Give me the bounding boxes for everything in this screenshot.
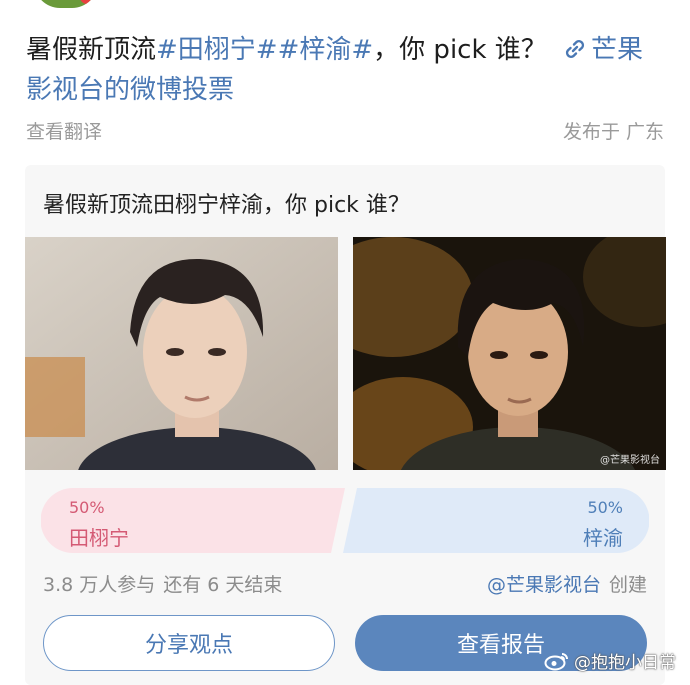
post-prefix: 暑假新顶流: [26, 35, 157, 65]
post-location: 发布于 广东: [562, 121, 664, 143]
option-b-percent: 50%: [587, 498, 623, 517]
poll-card: 暑假新顶流田栩宁梓渝，你 pick 谁？ @芒果影视台 50% 田栩宁 50% …: [25, 165, 666, 685]
topic-link-1[interactable]: #田栩宁#: [156, 35, 278, 65]
watermark-text: @抱抱小日常: [574, 653, 676, 673]
creator-handle[interactable]: @芒果影视台: [487, 574, 601, 596]
option-a-photo[interactable]: [25, 237, 338, 470]
meta-row: 查看翻译 发布于 广东: [26, 117, 664, 144]
time-remaining: 还有 6 天结束: [163, 574, 283, 596]
post-text: 暑假新顶流#田栩宁##梓渝#，你 pick 谁？ 芒果影视台的微博投票: [26, 30, 666, 110]
option-a-percent: 50%: [69, 498, 105, 517]
participants-count: 3.8 万人参与: [43, 574, 156, 596]
watermark: @抱抱小日常: [544, 648, 676, 673]
share-opinion-button[interactable]: 分享观点: [43, 615, 335, 671]
link-icon: [566, 40, 585, 58]
photo-watermark: @芒果影视台: [600, 455, 660, 466]
poll-option-b[interactable]: 50% 梓渝: [343, 488, 649, 553]
weibo-logo-icon: [544, 652, 568, 670]
option-b-name: 梓渝: [583, 526, 623, 550]
post-middle: ，你 pick 谁？: [373, 35, 547, 65]
creator-suffix: 创建: [608, 574, 647, 596]
avatar[interactable]: [34, 0, 98, 8]
option-a-name: 田栩宁: [69, 526, 129, 550]
translate-link[interactable]: 查看翻译: [26, 117, 102, 144]
poll-option-a[interactable]: 50% 田栩宁: [41, 488, 345, 553]
badge-icon: [80, 0, 94, 4]
option-b-photo[interactable]: @芒果影视台: [353, 237, 666, 470]
topic-link-2[interactable]: #梓渝#: [278, 35, 374, 65]
poll-creator: @芒果影视台 创建: [487, 570, 647, 597]
poll-stats: 3.8 万人参与 还有 6 天结束: [43, 570, 282, 597]
poll-title: 暑假新顶流田栩宁梓渝，你 pick 谁？: [43, 193, 410, 218]
